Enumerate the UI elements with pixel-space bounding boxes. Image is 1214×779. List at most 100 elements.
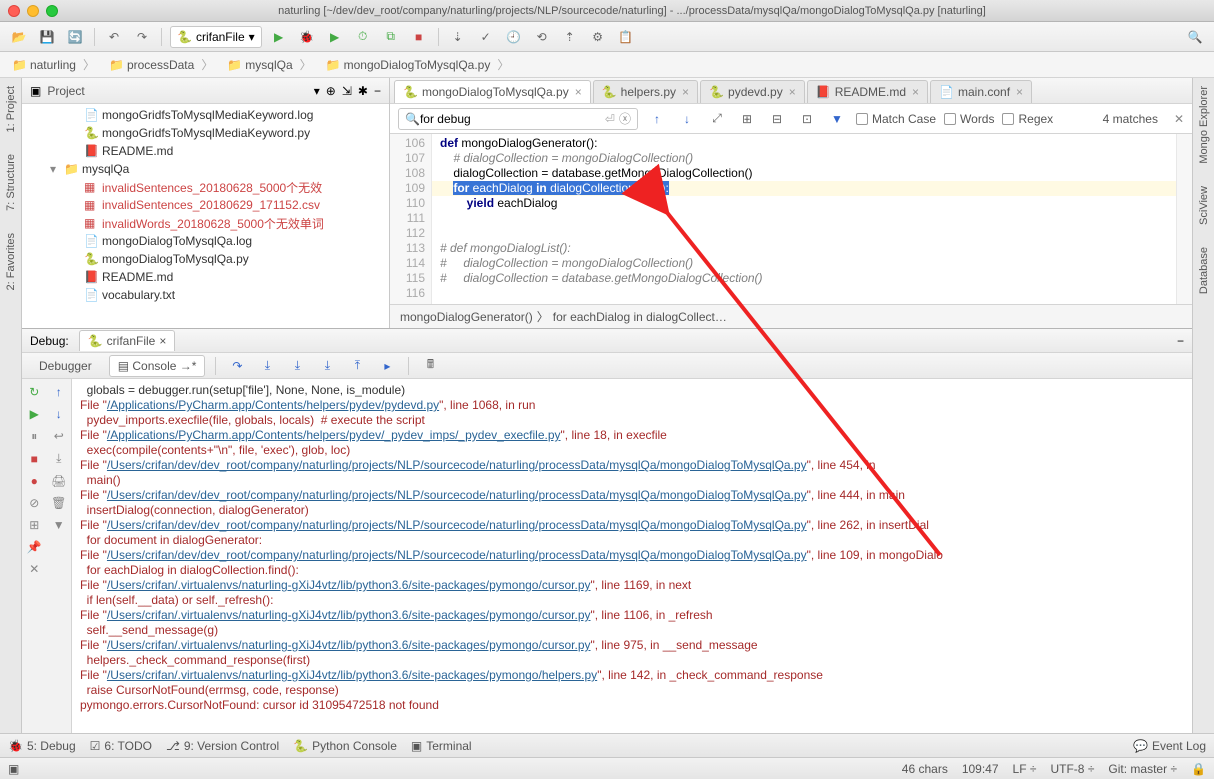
- structure-icon[interactable]: 📋: [615, 26, 637, 48]
- breadcrumb-loop[interactable]: for eachDialog in dialogCollect…: [553, 310, 727, 324]
- git-branch[interactable]: Git: master ÷: [1108, 762, 1177, 776]
- collapse-icon[interactable]: ⇲: [342, 84, 352, 98]
- tw-terminal[interactable]: ▣Terminal: [411, 739, 472, 753]
- layout-icon[interactable]: ⊞: [29, 518, 39, 532]
- editor-tab[interactable]: 🐍helpers.py×: [593, 80, 698, 103]
- tree-item[interactable]: 📕README.md: [22, 268, 389, 286]
- force-step-icon[interactable]: ⤓: [316, 355, 338, 377]
- tree-item[interactable]: ▦invalidSentences_20180628_5000个无效: [22, 178, 389, 196]
- run-icon[interactable]: ▶: [268, 26, 290, 48]
- locate-icon[interactable]: ⊕: [326, 84, 336, 98]
- up-icon[interactable]: ↑: [56, 385, 62, 399]
- run-config-selector[interactable]: 🐍 crifanFile ▾: [170, 26, 262, 48]
- vcs-push-icon[interactable]: ⇡: [559, 26, 581, 48]
- tool-stripe-item[interactable]: 2: Favorites: [5, 233, 17, 290]
- find-input[interactable]: [420, 112, 605, 126]
- match-case-checkbox[interactable]: Match Case: [856, 112, 936, 126]
- debug-icon[interactable]: 🐞: [296, 26, 318, 48]
- tool-stripe-item[interactable]: Mongo Explorer: [1198, 86, 1210, 164]
- hide-icon[interactable]: −: [374, 84, 381, 98]
- evaluate-icon[interactable]: 🖩: [419, 355, 441, 377]
- close-icon[interactable]: ×: [159, 334, 166, 348]
- close-icon[interactable]: ×: [1016, 85, 1023, 99]
- breadcrumb-fn[interactable]: mongoDialogGenerator(): [400, 310, 533, 324]
- editor-tab[interactable]: 📄main.conf×: [930, 80, 1032, 103]
- search-icon[interactable]: 🔍: [1184, 26, 1206, 48]
- open-icon[interactable]: 📂: [8, 26, 30, 48]
- tool-stripe-item[interactable]: SciView: [1198, 186, 1210, 225]
- coverage-icon[interactable]: ▶: [324, 26, 346, 48]
- filter-icon[interactable]: ▼: [826, 108, 848, 130]
- editor-tab[interactable]: 🐍mongoDialogToMysqlQa.py×: [394, 80, 591, 103]
- caret-position[interactable]: 109:47: [962, 762, 999, 776]
- close-find-icon[interactable]: ✕: [1174, 112, 1184, 126]
- step-into-my-icon[interactable]: ⤓: [286, 355, 308, 377]
- close-icon[interactable]: ×: [789, 85, 796, 99]
- breakpoints-icon[interactable]: ●: [31, 474, 38, 488]
- vcs-update-icon[interactable]: ⇣: [447, 26, 469, 48]
- close-icon[interactable]: ×: [682, 85, 689, 99]
- redo-icon[interactable]: ↷: [131, 26, 153, 48]
- vcs-commit-icon[interactable]: ✓: [475, 26, 497, 48]
- pin-icon[interactable]: 📌: [27, 540, 42, 554]
- gear-icon[interactable]: ✱: [358, 84, 368, 98]
- profile-icon[interactable]: ⏱: [352, 26, 374, 48]
- step-out-icon[interactable]: ⤒: [346, 355, 368, 377]
- step-into-icon[interactable]: ⤓: [256, 355, 278, 377]
- settings-icon[interactable]: ⚙: [587, 26, 609, 48]
- undo-icon[interactable]: ↶: [103, 26, 125, 48]
- vcs-history-icon[interactable]: 🕘: [503, 26, 525, 48]
- tree-item[interactable]: 🐍mongoGridfsToMysqlMediaKeyword.py: [22, 124, 389, 142]
- clear-icon[interactable]: 🗑: [51, 496, 66, 510]
- console-tab[interactable]: ▤ Console →*: [109, 355, 206, 377]
- tree-item[interactable]: 📄mongoDialogToMysqlQa.log: [22, 232, 389, 250]
- tw-eventlog[interactable]: 💬Event Log: [1133, 739, 1206, 753]
- tree-item[interactable]: ▾📁mysqlQa: [22, 160, 389, 178]
- clear-icon[interactable]: ⓧ: [619, 110, 631, 127]
- debugger-tab[interactable]: Debugger: [30, 355, 101, 377]
- regex-checkbox[interactable]: Regex: [1002, 112, 1053, 126]
- refresh-icon[interactable]: 🔄: [64, 26, 86, 48]
- tw-pyconsole[interactable]: 🐍Python Console: [293, 739, 397, 753]
- wrap-icon[interactable]: ↩: [54, 429, 64, 443]
- tree-item[interactable]: 📄vocabulary.txt: [22, 286, 389, 304]
- vcs-revert-icon[interactable]: ⟲: [531, 26, 553, 48]
- tw-debug[interactable]: 🐞5: Debug: [8, 739, 76, 753]
- next-match-icon[interactable]: ↓: [676, 108, 698, 130]
- code-content[interactable]: def mongoDialogGenerator(): # dialogColl…: [432, 134, 1176, 304]
- error-stripe[interactable]: [1176, 134, 1192, 304]
- prev-match-icon[interactable]: ↑: [646, 108, 668, 130]
- mute-bp-icon[interactable]: ⊘: [29, 496, 39, 510]
- tw-vcs[interactable]: ⎇9: Version Control: [166, 739, 279, 753]
- concurrency-icon[interactable]: ⧉: [380, 26, 402, 48]
- minimize-window-button[interactable]: [27, 5, 39, 17]
- breadcrumb-item[interactable]: 📁mongoDialogToMysqlQa.py〉: [320, 54, 516, 75]
- console-output[interactable]: globals = debugger.run(setup['file'], No…: [72, 379, 1192, 733]
- tree-item[interactable]: ▦invalidSentences_20180629_171152.csv: [22, 196, 389, 214]
- tree-item[interactable]: 📕README.md: [22, 142, 389, 160]
- tool-stripe-item[interactable]: 7: Structure: [5, 154, 17, 211]
- editor-tab[interactable]: 📕README.md×: [807, 80, 928, 103]
- print-icon[interactable]: 🖨: [51, 474, 66, 488]
- step-over-icon[interactable]: ↷: [226, 355, 248, 377]
- run-to-cursor-icon[interactable]: ▸: [376, 355, 398, 377]
- select-all-icon[interactable]: ⤢: [706, 108, 728, 130]
- down-icon[interactable]: ↓: [56, 407, 62, 421]
- tw-todo[interactable]: ☑6: TODO: [90, 739, 152, 753]
- stop-icon[interactable]: ■: [31, 452, 38, 466]
- tool-stripe-item[interactable]: 1: Project: [5, 86, 17, 132]
- scroll-icon[interactable]: ⤓: [56, 451, 61, 466]
- tree-item[interactable]: 📄mongoGridfsToMysqlMediaKeyword.log: [22, 106, 389, 124]
- words-checkbox[interactable]: Words: [944, 112, 994, 126]
- rerun-icon[interactable]: ↻: [29, 385, 39, 399]
- code-editor[interactable]: 106107108109110111112113114115116 def mo…: [390, 134, 1192, 304]
- encoding[interactable]: UTF-8 ÷: [1050, 762, 1094, 776]
- remove-selection-icon[interactable]: ⊟: [766, 108, 788, 130]
- breadcrumb-item[interactable]: 📁mysqlQa〉: [221, 54, 317, 75]
- toggle-selection-icon[interactable]: ⊡: [796, 108, 818, 130]
- editor-tab[interactable]: 🐍pydevd.py×: [700, 80, 805, 103]
- close-icon[interactable]: ✕: [29, 562, 39, 576]
- breadcrumb-item[interactable]: 📁naturling〉: [6, 54, 101, 75]
- project-tree[interactable]: 📄mongoGridfsToMysqlMediaKeyword.log🐍mong…: [22, 104, 389, 328]
- save-icon[interactable]: 💾: [36, 26, 58, 48]
